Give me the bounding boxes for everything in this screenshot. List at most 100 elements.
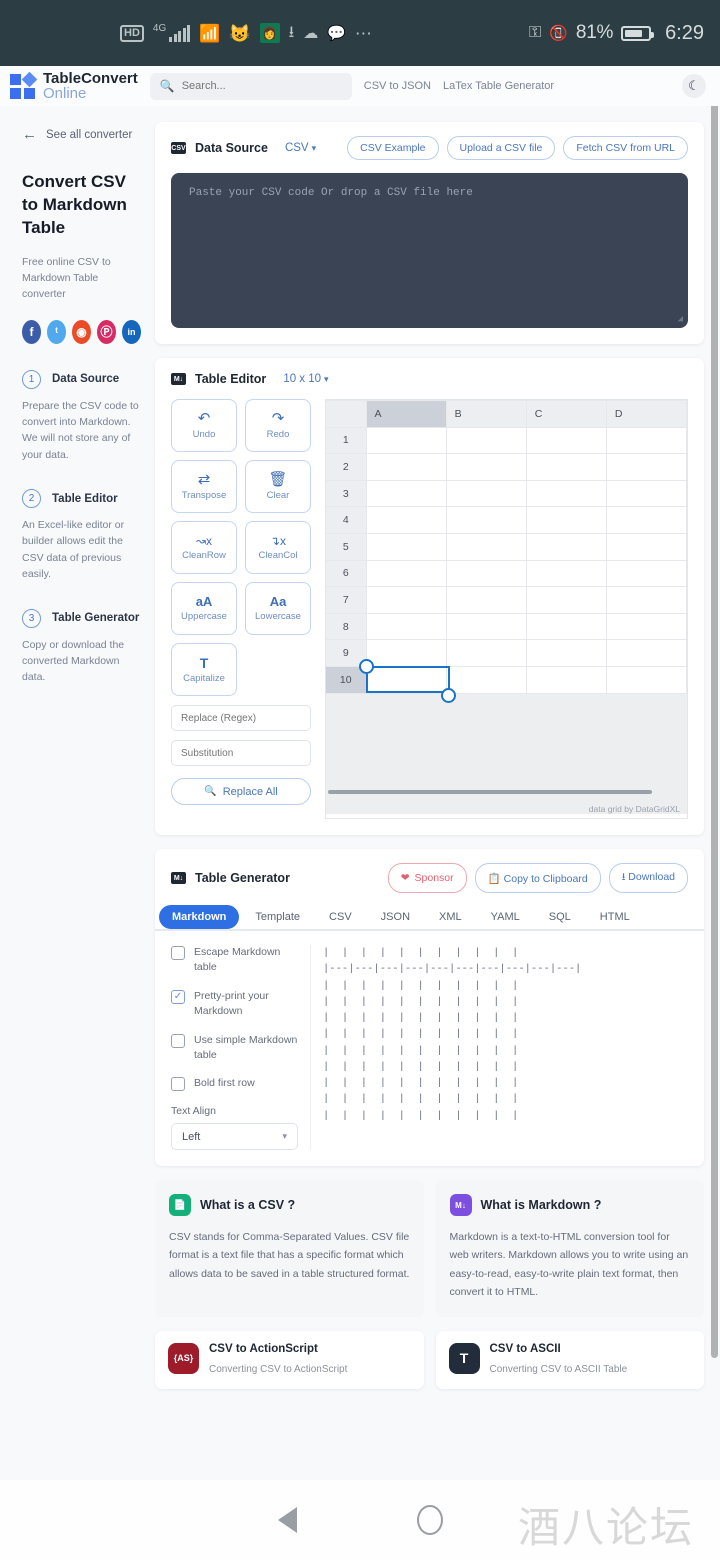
clean-col-button[interactable]: ↴x CleanCol (245, 521, 311, 574)
home-button-icon[interactable] (416, 1505, 443, 1535)
markdown-output[interactable]: | | | | | | | | | | | |---|---|---|---|-… (311, 945, 688, 1150)
cell-c2[interactable] (525, 453, 607, 481)
checkbox[interactable] (171, 1077, 185, 1092)
reddit-icon[interactable]: ◉ (72, 319, 91, 344)
cell-d9[interactable] (605, 639, 687, 667)
cell-c4[interactable] (525, 506, 607, 534)
lowercase-button[interactable]: Aa Lowercase (245, 582, 311, 635)
cell-d7[interactable] (605, 586, 687, 614)
row-header[interactable]: 7 (326, 586, 367, 614)
table-dimensions-selector[interactable]: 10 x 10 ▾ (283, 373, 328, 385)
tab-xml[interactable]: XML (426, 905, 475, 929)
cell-b3[interactable] (445, 479, 527, 508)
checkbox[interactable] (171, 946, 185, 960)
cell-b9[interactable] (445, 639, 527, 667)
checkbox[interactable] (171, 1033, 185, 1048)
tab-yaml[interactable]: YAML (478, 905, 533, 929)
replace-all-button[interactable]: 🔍 Replace All (171, 778, 311, 805)
facebook-icon[interactable]: f (22, 319, 41, 344)
cell-d5[interactable] (605, 532, 687, 561)
row-header[interactable]: 4 (326, 506, 367, 534)
cell-c8[interactable] (525, 612, 607, 641)
column-header-d[interactable]: D (605, 400, 687, 428)
fetch-csv-from-url-button[interactable]: Fetch CSV from URL (563, 136, 688, 160)
cell-a6[interactable] (365, 559, 447, 588)
cell-c3[interactable] (525, 479, 607, 508)
back-button-icon[interactable] (277, 1507, 297, 1533)
row-header[interactable]: 8 (326, 612, 367, 641)
row-header[interactable]: 3 (326, 479, 367, 508)
csv-input-textarea[interactable]: Paste your CSV code Or drop a CSV file h… (171, 173, 688, 328)
selection-handle-top-left[interactable] (359, 659, 374, 674)
cell-a4[interactable] (365, 506, 447, 534)
resize-handle-icon[interactable]: ◢ (678, 314, 683, 324)
cell-c6[interactable] (525, 559, 607, 588)
column-header-b[interactable]: B (445, 400, 527, 428)
grid-horizontal-scrollbar[interactable] (328, 790, 652, 794)
grid-corner-cell[interactable] (326, 400, 367, 428)
cell-d6[interactable] (605, 559, 687, 588)
cell-c10[interactable] (525, 665, 607, 694)
tab-sql[interactable]: SQL (536, 905, 584, 929)
cell-d10[interactable] (605, 665, 687, 694)
twitter-icon[interactable]: ᵗ (47, 319, 66, 344)
cell-a8[interactable] (365, 612, 447, 641)
cell-a3[interactable] (365, 479, 447, 508)
substitution-input[interactable] (171, 740, 311, 766)
download-button[interactable]: ⭳ Download (608, 863, 688, 893)
column-header-a[interactable]: A (365, 400, 447, 428)
csv-example-button[interactable]: CSV Example (347, 136, 439, 160)
page-scrollbar[interactable] (711, 68, 718, 1358)
spreadsheet-grid[interactable]: A B C D 1 2 3 4 5 6 7 8 9 10 data grid b… (325, 399, 688, 819)
cell-d4[interactable] (605, 506, 687, 534)
transpose-button[interactable]: ⇄ Transpose (171, 460, 237, 513)
cell-b7[interactable] (445, 586, 527, 614)
undo-button[interactable]: ↶ Undo (171, 399, 237, 452)
tab-csv[interactable]: CSV (316, 905, 365, 929)
site-logo[interactable]: TableConvert Online (10, 71, 138, 101)
data-format-selector[interactable]: CSV ▾ (285, 142, 316, 154)
cell-d1[interactable] (605, 426, 687, 455)
nav-link-csv-to-json[interactable]: CSV to JSON (364, 80, 431, 92)
cell-c1[interactable] (525, 426, 607, 455)
cell-d3[interactable] (605, 479, 687, 508)
linkedin-icon[interactable]: in (122, 319, 141, 344)
option-pretty-print-markdown[interactable]: ✓ Pretty-print your Markdown (171, 989, 298, 1019)
tab-html[interactable]: HTML (587, 905, 643, 929)
clean-row-button[interactable]: ↝x CleanRow (171, 521, 237, 574)
option-use-simple-markdown-table[interactable]: Use simple Markdown table (171, 1033, 298, 1063)
cell-c7[interactable] (525, 586, 607, 614)
capitalize-button[interactable]: T Capitalize (171, 643, 237, 696)
clear-button[interactable]: 🗑 Clear (245, 460, 311, 513)
cell-d2[interactable] (605, 453, 687, 481)
cell-b8[interactable] (445, 612, 527, 641)
cell-a1[interactable] (365, 426, 447, 455)
selection-handle-bottom-right[interactable] (441, 688, 456, 703)
option-escape-markdown-table[interactable]: Escape Markdown table (171, 945, 298, 975)
cell-a7[interactable] (365, 586, 447, 614)
row-header[interactable]: 5 (326, 532, 367, 561)
row-header[interactable]: 6 (326, 559, 367, 588)
upload-csv-file-button[interactable]: Upload a CSV file (446, 136, 556, 160)
column-header-c[interactable]: C (525, 400, 607, 428)
cell-b5[interactable] (445, 532, 527, 561)
tab-template[interactable]: Template (242, 905, 313, 929)
row-header[interactable]: 1 (326, 426, 367, 455)
copy-to-clipboard-button[interactable]: 📋 Copy to Clipboard (474, 863, 601, 893)
cell-a5[interactable] (365, 532, 447, 561)
nav-link-latex-table-generator[interactable]: LaTex Table Generator (443, 80, 554, 92)
cell-a2[interactable] (365, 453, 447, 481)
tab-markdown[interactable]: Markdown (159, 905, 240, 929)
see-all-converter-link[interactable]: ← See all converter (22, 126, 141, 143)
search-box[interactable]: 🔍 (149, 72, 352, 100)
cell-b10[interactable] (445, 665, 527, 694)
text-align-select[interactable]: Left ▾ (171, 1123, 298, 1151)
cell-b6[interactable] (445, 559, 527, 588)
cell-a10[interactable] (365, 665, 447, 694)
cell-a9[interactable] (365, 639, 447, 667)
checkbox[interactable]: ✓ (171, 989, 185, 1004)
cell-c5[interactable] (525, 532, 607, 561)
dark-mode-toggle-icon[interactable]: ☾ (682, 74, 706, 98)
cell-b1[interactable] (445, 426, 527, 455)
uppercase-button[interactable]: aA Uppercase (171, 582, 237, 635)
